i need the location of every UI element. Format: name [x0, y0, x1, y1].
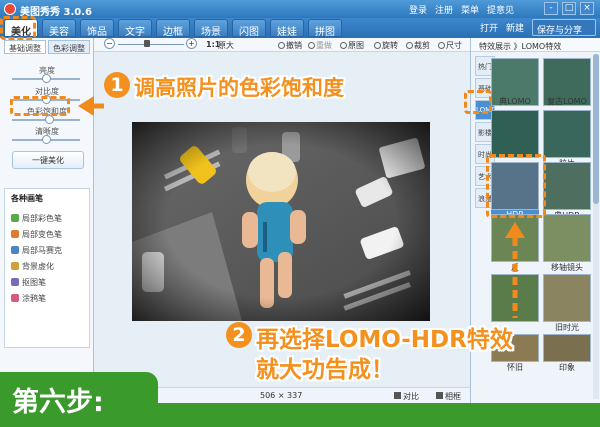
callout-2-line-2: 就大功告成！ [256, 357, 394, 383]
callout-1-text: 调高照片的色彩饱和度 [134, 76, 344, 100]
bottom-strip [158, 403, 600, 427]
step-label: 第六步: [12, 387, 104, 418]
arrow-up-icon [505, 222, 525, 238]
step-number-1: 1 [104, 72, 130, 98]
step-number-2: 2 [226, 322, 252, 348]
callout-2-line-1: 再选择LOMO-HDR特效 [256, 327, 513, 353]
arrow-left-icon [78, 96, 94, 116]
step-banner: 第六步: [0, 372, 158, 427]
